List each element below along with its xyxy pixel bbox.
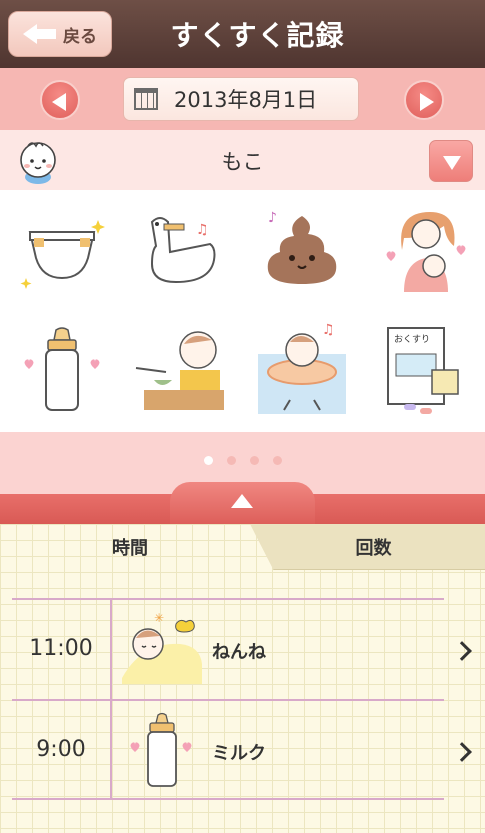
back-button[interactable]: 戻る bbox=[8, 11, 112, 57]
diaper-button[interactable] bbox=[12, 200, 112, 300]
current-date: 2013年8月1日 bbox=[174, 88, 318, 112]
record-type-grid: ♫ ♪ ♫ おくすり bbox=[0, 190, 485, 432]
baby-name: もこ bbox=[221, 150, 264, 174]
chevron-down-icon bbox=[443, 156, 461, 170]
calendar-icon bbox=[134, 88, 158, 110]
baby-food-icon bbox=[135, 331, 224, 410]
sleep-icon: ✳ bbox=[122, 611, 202, 684]
page-dot bbox=[203, 456, 213, 465]
tab-time[interactable]: 時間 bbox=[0, 524, 260, 570]
record-row[interactable]: 9:00 ミルク bbox=[12, 699, 472, 800]
date-bar: 2013年8月1日 bbox=[0, 68, 485, 130]
milk-bottle-button[interactable] bbox=[12, 320, 112, 420]
record-time: 11:00 bbox=[29, 636, 93, 661]
potty-button[interactable]: ♫ bbox=[132, 200, 232, 300]
diaper-icon bbox=[20, 220, 105, 289]
header-bar: 戻る すくすく記録 bbox=[0, 0, 485, 68]
previous-day-button[interactable] bbox=[40, 80, 80, 120]
breastfeeding-icon bbox=[386, 212, 466, 292]
tab-time-label: 時間 bbox=[112, 538, 148, 559]
tab-count-label: 回数 bbox=[355, 537, 392, 559]
baby-food-button[interactable] bbox=[132, 320, 232, 420]
svg-text:♪: ♪ bbox=[268, 210, 277, 226]
baby-dropdown-button[interactable] bbox=[429, 140, 473, 182]
poop-icon: ♪ bbox=[267, 210, 337, 284]
date-picker[interactable]: 2013年8月1日 bbox=[123, 77, 359, 121]
record-row[interactable]: 11:00 ✳ ねんね bbox=[12, 598, 472, 699]
tab-count[interactable]: 回数 bbox=[250, 524, 485, 570]
page-dot bbox=[249, 456, 259, 465]
medicine-icon: おくすり bbox=[387, 327, 459, 414]
record-list: 11:00 ✳ ねんね 9:00 ミルク bbox=[12, 598, 472, 800]
bath-icon: ♫ bbox=[258, 322, 346, 414]
svg-text:♫: ♫ bbox=[196, 222, 209, 238]
bath-button[interactable]: ♫ bbox=[252, 320, 352, 420]
right-arrow-icon bbox=[420, 93, 434, 111]
record-label: ミルク bbox=[212, 743, 266, 764]
potty-icon: ♫ bbox=[150, 217, 216, 284]
page-dot bbox=[272, 456, 282, 465]
svg-text:✳: ✳ bbox=[154, 611, 164, 625]
svg-text:おくすり: おくすり bbox=[394, 334, 430, 345]
record-label: ねんね bbox=[212, 642, 266, 663]
medicine-button[interactable]: おくすり bbox=[374, 320, 474, 420]
poop-button[interactable]: ♪ bbox=[252, 200, 352, 300]
back-arrow-icon bbox=[23, 24, 57, 44]
next-day-button[interactable] bbox=[404, 80, 444, 120]
breastfeeding-button[interactable] bbox=[374, 200, 474, 300]
panel-toggle-handle[interactable] bbox=[170, 482, 315, 524]
page-title: すくすく記録 bbox=[170, 19, 345, 52]
left-arrow-icon bbox=[52, 93, 66, 111]
milk-bottle-icon bbox=[24, 327, 100, 411]
milk-bottle-icon bbox=[130, 712, 192, 787]
back-button-label: 戻る bbox=[63, 26, 97, 47]
svg-text:♫: ♫ bbox=[322, 322, 335, 338]
page-indicator[interactable] bbox=[0, 456, 485, 465]
record-time: 9:00 bbox=[36, 737, 86, 762]
baby-selector: もこ bbox=[0, 130, 485, 190]
chevron-up-icon bbox=[231, 494, 253, 508]
page-dot bbox=[226, 456, 236, 465]
